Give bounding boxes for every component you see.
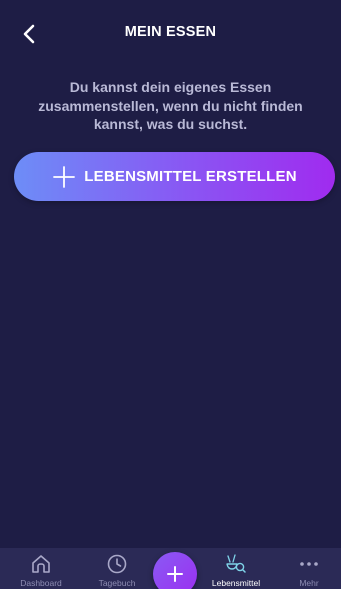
more-dots-icon: [300, 562, 318, 566]
home-icon: [32, 555, 50, 573]
nav-label-diary: Tagebuch: [98, 578, 136, 588]
plus-icon: [53, 165, 76, 188]
add-entry-fab[interactable]: [153, 552, 197, 589]
nav-label-more: Mehr: [299, 578, 319, 588]
my-food-screen: MEIN ESSEN Du kannst dein eigenes Essen …: [0, 0, 341, 589]
nav-label-food: Lebensmittel: [211, 578, 261, 588]
nav-item-more[interactable]: Mehr: [278, 548, 340, 589]
nav-item-diary[interactable]: Tagebuch: [86, 548, 148, 589]
clock-icon: [107, 554, 127, 574]
header: MEIN ESSEN: [0, 0, 341, 68]
nav-label-dashboard: Dashboard: [20, 578, 62, 588]
info-text: Du kannst dein eigenes Essen zusammenste…: [38, 79, 303, 132]
food-search-icon: [226, 554, 246, 573]
nav-item-food[interactable]: Lebensmittel: [205, 548, 267, 589]
nav-item-dashboard[interactable]: Dashboard: [10, 548, 72, 589]
plus-icon: [167, 566, 183, 582]
page-title: MEIN ESSEN: [124, 24, 217, 40]
create-food-button[interactable]: LEBENSMITTEL ERSTELLEN: [14, 152, 335, 201]
create-food-button-label: LEBENSMITTEL ERSTELLEN: [84, 168, 297, 185]
